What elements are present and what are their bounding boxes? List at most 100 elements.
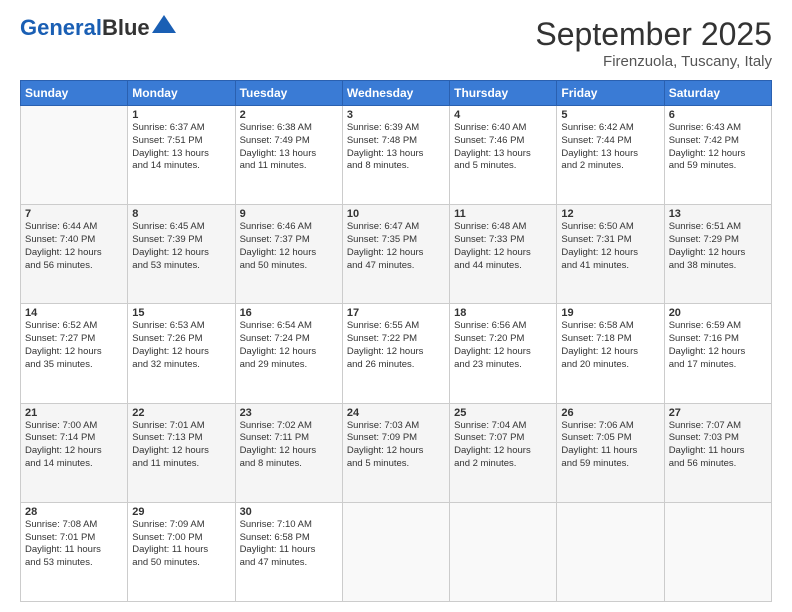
day-info-line: Sunset: 7:29 PM [669,234,739,245]
day-info-line: Daylight: 12 hours [561,346,638,357]
day-info-line: and 17 minutes. [669,359,737,370]
day-info-line: Sunset: 7:09 PM [347,432,417,443]
day-number: 14 [25,307,123,319]
day-info-line: and 59 minutes. [561,458,629,469]
day-info-line: Sunrise: 7:04 AM [454,420,526,431]
calendar-day-cell: 12Sunrise: 6:50 AMSunset: 7:31 PMDayligh… [557,205,664,304]
day-info-line: Daylight: 11 hours [669,445,745,456]
day-content: Sunrise: 6:51 AMSunset: 7:29 PMDaylight:… [669,221,767,272]
weekday-header: Thursday [450,81,557,106]
day-info-line: Sunset: 7:33 PM [454,234,524,245]
day-content: Sunrise: 6:39 AMSunset: 7:48 PMDaylight:… [347,122,445,173]
day-info-line: Sunset: 7:14 PM [25,432,95,443]
day-info-line: and 11 minutes. [240,160,307,171]
day-info-line: Sunset: 7:13 PM [132,432,202,443]
calendar-empty-cell [342,502,449,601]
day-info-line: and 41 minutes. [561,260,629,271]
day-info-line: Sunrise: 7:06 AM [561,420,633,431]
calendar-day-cell: 25Sunrise: 7:04 AMSunset: 7:07 PMDayligh… [450,403,557,502]
calendar-week-row: 1Sunrise: 6:37 AMSunset: 7:51 PMDaylight… [21,106,772,205]
weekday-header: Monday [128,81,235,106]
calendar-header-row: SundayMondayTuesdayWednesdayThursdayFrid… [21,81,772,106]
weekday-header: Tuesday [235,81,342,106]
day-info-line: Sunset: 7:35 PM [347,234,417,245]
day-info-line: Sunrise: 6:56 AM [454,320,526,331]
header: GeneralBlue September 2025 Firenzuola, T… [20,16,772,70]
calendar-day-cell: 9Sunrise: 6:46 AMSunset: 7:37 PMDaylight… [235,205,342,304]
day-info-line: Daylight: 12 hours [25,445,102,456]
day-info-line: Sunset: 7:42 PM [669,135,739,146]
day-info-line: Sunrise: 6:59 AM [669,320,741,331]
calendar-day-cell: 5Sunrise: 6:42 AMSunset: 7:44 PMDaylight… [557,106,664,205]
day-info-line: Sunset: 7:51 PM [132,135,202,146]
logo-blue: Blue [102,15,150,40]
calendar-day-cell: 20Sunrise: 6:59 AMSunset: 7:16 PMDayligh… [664,304,771,403]
day-number: 20 [669,307,767,319]
day-number: 28 [25,506,123,518]
calendar-day-cell: 26Sunrise: 7:06 AMSunset: 7:05 PMDayligh… [557,403,664,502]
day-number: 11 [454,208,552,220]
day-content: Sunrise: 6:40 AMSunset: 7:46 PMDaylight:… [454,122,552,173]
day-info-line: and 35 minutes. [25,359,93,370]
day-content: Sunrise: 6:50 AMSunset: 7:31 PMDaylight:… [561,221,659,272]
day-info-line: Sunset: 7:48 PM [347,135,417,146]
day-content: Sunrise: 7:03 AMSunset: 7:09 PMDaylight:… [347,420,445,471]
logo-icon [152,15,176,33]
day-info-line: Sunset: 7:01 PM [25,532,95,543]
day-info-line: Sunrise: 6:51 AM [669,221,741,232]
calendar-day-cell: 14Sunrise: 6:52 AM Sunset: 7:27 PM Dayligh… [21,304,128,403]
day-info-line: Daylight: 12 hours [347,346,424,357]
day-info-line: and 14 minutes. [132,160,200,171]
day-info-line: Sunset: 7:07 PM [454,432,524,443]
day-info-line: and 5 minutes. [454,160,516,171]
calendar-day-cell: 24Sunrise: 7:03 AMSunset: 7:09 PMDayligh… [342,403,449,502]
day-info-line: and 2 minutes. [561,160,623,171]
logo-general: General [20,15,102,40]
day-info-line: Daylight: 11 hours [132,544,208,555]
day-info-line: Sunset: 7:46 PM [454,135,524,146]
day-info-line: Daylight: 13 hours [132,148,209,159]
calendar-day-cell: 6Sunrise: 6:43 AMSunset: 7:42 PMDaylight… [664,106,771,205]
day-info-line: Sunrise: 7:01 AM [132,420,204,431]
calendar-table: SundayMondayTuesdayWednesdayThursdayFrid… [20,80,772,602]
location: Firenzuola, Tuscany, Italy [535,53,772,70]
day-info-line: Daylight: 12 hours [25,247,102,258]
day-number: 25 [454,407,552,419]
day-info-line: Sunset: 7:27 PM [25,333,95,344]
day-content: Sunrise: 7:01 AMSunset: 7:13 PM Daylight:… [132,420,230,471]
day-info-line: Sunrise: 6:52 AM [25,320,97,331]
day-number: 12 [561,208,659,220]
day-info-line: Sunset: 7:40 PM [25,234,95,245]
day-content: Sunrise: 7:08 AMSunset: 7:01 PMDaylight:… [25,519,123,570]
day-info-line: Daylight: 12 hours [347,445,424,456]
day-content: Sunrise: 6:42 AMSunset: 7:44 PMDaylight:… [561,122,659,173]
logo: GeneralBlue [20,16,176,40]
day-info-line: Daylight: 12 hours [132,346,209,357]
day-info-line: Daylight: 13 hours [561,148,638,159]
day-content: Sunrise: 6:59 AMSunset: 7:16 PMDaylight:… [669,320,767,371]
title-block: September 2025 Firenzuola, Tuscany, Ital… [535,16,772,70]
calendar-empty-cell [21,106,128,205]
day-info-line: Daylight: 13 hours [454,148,531,159]
day-info-line: Sunrise: 7:10 AM [240,519,312,530]
day-info-line: Daylight: 11 hours [561,445,637,456]
day-info-line: Sunrise: 7:08 AM [25,519,97,530]
day-info-line: Sunrise: 6:48 AM [454,221,526,232]
day-info-line: Daylight: 13 hours [347,148,424,159]
day-info-line: and 38 minutes. [669,260,737,271]
day-info-line: Daylight: 12 hours [132,247,209,258]
day-content: Sunrise: 7:07 AMSunset: 7:03 PMDaylight:… [669,420,767,471]
day-info-line: Sunset: 7:31 PM [561,234,631,245]
calendar-empty-cell [664,502,771,601]
calendar-day-cell: 17Sunrise: 6:55 AMSunset: 7:22 PMDayligh… [342,304,449,403]
day-info-line: and 8 minutes. [240,458,302,469]
month-title: September 2025 [535,16,772,53]
day-info-line: Daylight: 12 hours [25,346,102,357]
page: GeneralBlue September 2025 Firenzuola, T… [0,0,792,612]
day-content: Sunrise: 6:45 AMSunset: 7:39 PMDaylight:… [132,221,230,272]
day-info-line: Daylight: 12 hours [132,445,209,456]
day-content: Sunrise: 6:47 AMSunset: 7:35 PMDaylight:… [347,221,445,272]
day-info-line: Sunset: 7:26 PM [132,333,202,344]
day-number: 19 [561,307,659,319]
day-info-line: and 56 minutes. [25,260,93,271]
